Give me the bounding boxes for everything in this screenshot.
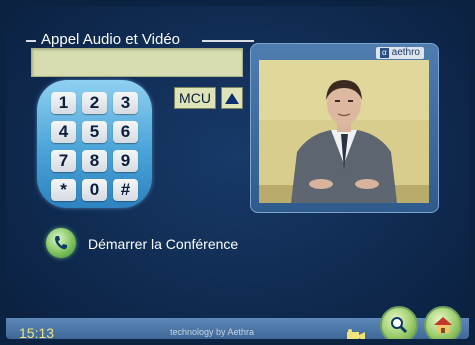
home-button[interactable]	[424, 306, 462, 339]
key-2[interactable]: 2	[82, 92, 107, 114]
mcu-button[interactable]: MCU	[174, 87, 216, 109]
brand-badge: α aethro	[376, 47, 424, 59]
clock: 15:13	[19, 325, 55, 339]
key-star[interactable]: *	[51, 179, 76, 201]
key-3[interactable]: 3	[113, 92, 138, 114]
key-hash[interactable]: #	[113, 179, 138, 201]
key-8[interactable]: 8	[82, 150, 107, 172]
keypad: 1 2 3 4 5 6 7 8 9 * 0 #	[37, 80, 152, 208]
key-4[interactable]: 4	[51, 121, 76, 143]
brand-name: aethro	[391, 47, 420, 58]
panel-title-text: Appel Audio et Vidéo	[41, 31, 181, 48]
brand-logo: α	[380, 48, 389, 58]
technology-credit: technology by Aethra	[170, 327, 255, 337]
magnifier-icon	[391, 317, 408, 334]
dial-number-field[interactable]	[31, 48, 243, 77]
title-divider-right	[202, 40, 254, 42]
video-person-image	[259, 60, 429, 203]
panel-title: Appel Audio et Vidéo	[26, 31, 254, 48]
title-divider-left	[26, 40, 36, 42]
key-7[interactable]: 7	[51, 150, 76, 172]
arrow-up-icon	[225, 92, 239, 104]
mcu-toggle-button[interactable]	[221, 87, 243, 109]
start-conference-label[interactable]: Démarrer la Conférence	[88, 236, 238, 252]
key-9[interactable]: 9	[113, 150, 138, 172]
phone-icon	[55, 236, 67, 250]
key-5[interactable]: 5	[82, 121, 107, 143]
key-1[interactable]: 1	[51, 92, 76, 114]
video-panel: α aethro	[250, 43, 439, 213]
home-icon	[434, 317, 452, 333]
video-feed	[259, 60, 429, 203]
key-6[interactable]: 6	[113, 121, 138, 143]
search-button[interactable]	[380, 306, 418, 339]
camera-icon	[346, 328, 366, 339]
start-conference-button[interactable]	[46, 228, 76, 258]
video-call-screen: Appel Audio et Vidéo 1 2 3 4 5 6 7 8 9 *…	[6, 6, 469, 339]
key-0[interactable]: 0	[82, 179, 107, 201]
